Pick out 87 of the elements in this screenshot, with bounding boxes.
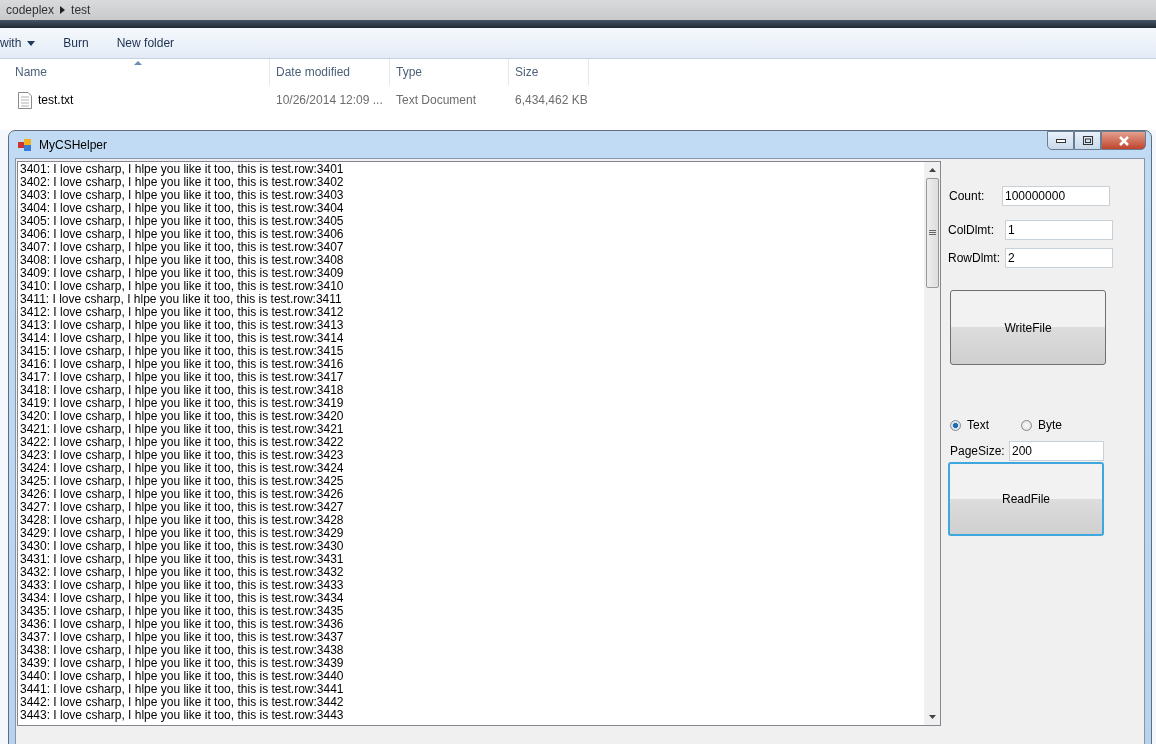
text-line: 3413: I love csharp, I hlpe you like it too, this is test.row:3413 bbox=[20, 319, 345, 332]
minimize-button[interactable] bbox=[1047, 131, 1074, 150]
text-line: 3438: I love csharp, I hlpe you like it too, this is test.row:3438 bbox=[20, 644, 345, 657]
input-field[interactable]: 100000000 bbox=[1002, 186, 1110, 206]
field-label: PageSize: bbox=[950, 444, 1006, 458]
text-line: 3441: I love csharp, I hlpe you like it too, this is test.row:3441 bbox=[20, 683, 345, 696]
text-line: 3404: I love csharp, I hlpe you like it too, this is test.row:3404 bbox=[20, 202, 345, 215]
text-line: 3418: I love csharp, I hlpe you like it too, this is test.row:3418 bbox=[20, 384, 345, 397]
text-line: 3416: I love csharp, I hlpe you like it too, this is test.row:3416 bbox=[20, 358, 345, 371]
column-header[interactable]: Date modified bbox=[270, 59, 390, 85]
text-line: 3419: I love csharp, I hlpe you like it too, this is test.row:3419 bbox=[20, 397, 345, 410]
close-icon bbox=[1117, 135, 1130, 146]
breadcrumb-arrow-icon[interactable] bbox=[60, 6, 66, 14]
text-line: 3426: I love csharp, I hlpe you like it too, this is test.row:3426 bbox=[20, 488, 345, 501]
file-size: 6,434,462 KB bbox=[514, 93, 589, 107]
scroll-thumb[interactable] bbox=[925, 178, 939, 288]
radio-label[interactable]: Byte bbox=[1038, 418, 1063, 432]
text-line: 3401: I love csharp, I hlpe you like it too, this is test.row:3401 bbox=[20, 163, 345, 176]
text-line: 3422: I love csharp, I hlpe you like it too, this is test.row:3422 bbox=[20, 436, 345, 449]
text-line: 3437: I love csharp, I hlpe you like it too, this is test.row:3437 bbox=[20, 631, 345, 644]
text-line: 3406: I love csharp, I hlpe you like it too, this is test.row:3406 bbox=[20, 228, 345, 241]
text-line: 3443: I love csharp, I hlpe you like it too, this is test.row:3443 bbox=[20, 709, 345, 722]
radio-button[interactable] bbox=[950, 419, 961, 431]
file-type: Text Document bbox=[395, 93, 478, 107]
app-icon bbox=[18, 138, 32, 151]
text-line: 3424: I love csharp, I hlpe you like it too, this is test.row:3424 bbox=[20, 462, 345, 475]
text-line: 3432: I love csharp, I hlpe you like it too, this is test.row:3432 bbox=[20, 566, 345, 579]
text-line: 3415: I love csharp, I hlpe you like it too, this is test.row:3415 bbox=[20, 345, 345, 358]
text-line: 3412: I love csharp, I hlpe you like it too, this is test.row:3412 bbox=[20, 306, 345, 319]
window-title: MyCSHelper bbox=[39, 137, 107, 152]
text-line: 3423: I love csharp, I hlpe you like it too, this is test.row:3423 bbox=[20, 449, 345, 462]
radio-button[interactable] bbox=[1021, 419, 1032, 431]
text-line: 3428: I love csharp, I hlpe you like it too, this is test.row:3428 bbox=[20, 514, 345, 527]
read-file-button[interactable]: ReadFile bbox=[948, 462, 1104, 536]
text-line: 3403: I love csharp, I hlpe you like it too, this is test.row:3403 bbox=[20, 189, 345, 202]
radio-label[interactable]: Text bbox=[967, 418, 989, 432]
toolbar-button[interactable]: New folder bbox=[102, 33, 189, 53]
text-line: 3439: I love csharp, I hlpe you like it too, this is test.row:3439 bbox=[20, 657, 345, 670]
toolbar-button[interactable]: Burn bbox=[49, 33, 103, 53]
file-date: 10/26/2014 12:09 ... bbox=[275, 93, 384, 107]
sort-arrow-icon bbox=[134, 61, 142, 65]
text-line: 3434: I love csharp, I hlpe you like it too, this is test.row:3434 bbox=[20, 592, 345, 605]
column-header[interactable]: Name bbox=[0, 59, 270, 85]
text-line: 3433: I love csharp, I hlpe you like it too, this is test.row:3433 bbox=[20, 579, 345, 592]
breadcrumb-item[interactable]: test bbox=[71, 3, 91, 17]
text-line: 3410: I love csharp, I hlpe you like it too, this is test.row:3410 bbox=[20, 280, 345, 293]
breadcrumb-item[interactable]: codeplex bbox=[6, 3, 55, 17]
column-header[interactable]: Type bbox=[390, 59, 509, 85]
text-line: 3425: I love csharp, I hlpe you like it too, this is test.row:3425 bbox=[20, 475, 345, 488]
text-line: 3430: I love csharp, I hlpe you like it too, this is test.row:3430 bbox=[20, 540, 345, 553]
text-line: 3402: I love csharp, I hlpe you like it too, this is test.row:3402 bbox=[20, 176, 345, 189]
text-line: 3417: I love csharp, I hlpe you like it too, this is test.row:3417 bbox=[20, 371, 345, 384]
field-label: Count: bbox=[948, 189, 986, 203]
input-field[interactable]: 1 bbox=[1005, 220, 1113, 240]
file-name[interactable]: test.txt bbox=[38, 93, 74, 107]
text-line: 3436: I love csharp, I hlpe you like it too, this is test.row:3436 bbox=[20, 618, 345, 631]
maximize-icon bbox=[1082, 136, 1093, 145]
text-line: 3407: I love csharp, I hlpe you like it too, this is test.row:3407 bbox=[20, 241, 345, 254]
close-button[interactable] bbox=[1101, 131, 1146, 150]
text-line: 3405: I love csharp, I hlpe you like it too, this is test.row:3405 bbox=[20, 215, 345, 228]
text-line: 3411: I love csharp, I hlpe you like it too, this is test.row:3411 bbox=[20, 293, 343, 306]
text-line: 3409: I love csharp, I hlpe you like it too, this is test.row:3409 bbox=[20, 267, 345, 280]
text-line: 3408: I love csharp, I hlpe you like it too, this is test.row:3408 bbox=[20, 254, 345, 267]
maximize-button[interactable] bbox=[1074, 131, 1101, 150]
text-line: 3442: I love csharp, I hlpe you like it too, this is test.row:3442 bbox=[20, 696, 345, 709]
text-line: 3427: I love csharp, I hlpe you like it too, this is test.row:3427 bbox=[20, 501, 345, 514]
caret-icon bbox=[27, 40, 36, 46]
text-line: 3431: I love csharp, I hlpe you like it too, this is test.row:3431 bbox=[20, 553, 345, 566]
field-label: RowDlmt: bbox=[948, 251, 1001, 265]
scrollbar[interactable] bbox=[924, 162, 940, 725]
write-file-button[interactable]: WriteFile bbox=[950, 290, 1106, 365]
text-line: 3421: I love csharp, I hlpe you like it too, this is test.row:3421 bbox=[20, 423, 345, 436]
document-icon bbox=[18, 91, 32, 109]
text-line: 3435: I love csharp, I hlpe you like it too, this is test.row:3435 bbox=[20, 605, 345, 618]
text-line: 3420: I love csharp, I hlpe you like it too, this is test.row:3420 bbox=[20, 410, 345, 423]
scroll-down-icon[interactable] bbox=[928, 715, 936, 719]
text-line: 3440: I love csharp, I hlpe you like it too, this is test.row:3440 bbox=[20, 670, 345, 683]
text-line: 3429: I love csharp, I hlpe you like it too, this is test.row:3429 bbox=[20, 527, 345, 540]
input-field[interactable]: 2 bbox=[1005, 248, 1113, 268]
input-field[interactable]: 200 bbox=[1009, 441, 1104, 461]
minimize-icon bbox=[1055, 138, 1066, 143]
text-output[interactable] bbox=[17, 161, 941, 726]
field-label: ColDlmt: bbox=[948, 223, 995, 237]
column-header[interactable]: Size bbox=[509, 59, 589, 85]
text-line: 3414: I love csharp, I hlpe you like it too, this is test.row:3414 bbox=[20, 332, 345, 345]
toolbar-button[interactable]: with bbox=[0, 33, 50, 53]
scroll-up-icon[interactable] bbox=[928, 168, 936, 172]
